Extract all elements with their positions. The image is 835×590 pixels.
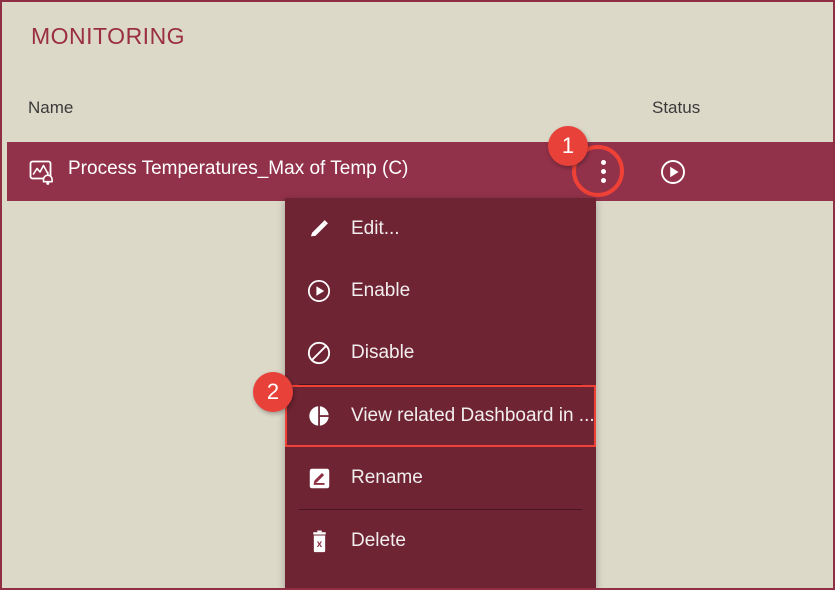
menu-item-edit[interactable]: Edit... bbox=[285, 198, 596, 260]
pencil-icon bbox=[306, 216, 332, 242]
step-badge-1: 1 bbox=[548, 126, 588, 166]
menu-item-label: Enable bbox=[351, 280, 411, 301]
column-header-status: Status bbox=[652, 98, 701, 117]
kebab-menu-icon[interactable] bbox=[592, 160, 614, 184]
page-title: MONITORING bbox=[31, 23, 186, 49]
menu-item-disable[interactable]: Disable bbox=[285, 322, 596, 384]
step-badge-2: 2 bbox=[253, 372, 293, 412]
monitoring-page: MONITORING Name Status Process Temperatu… bbox=[0, 0, 835, 590]
table-row[interactable]: Process Temperatures_Max of Temp (C) bbox=[7, 142, 833, 201]
menu-item-view-related-dashboard[interactable]: View related Dashboard in ... bbox=[285, 385, 596, 447]
svg-text:x: x bbox=[316, 539, 322, 550]
menu-item-delete[interactable]: x Delete bbox=[285, 510, 596, 572]
menu-item-label: Disable bbox=[351, 342, 415, 363]
table-row-name: Process Temperatures_Max of Temp (C) bbox=[68, 158, 409, 179]
rename-square-icon bbox=[306, 465, 332, 491]
row-context-menu: Edit... Enable Disable View related Dash… bbox=[285, 198, 596, 588]
menu-item-label: Delete bbox=[351, 530, 406, 551]
play-circle-icon bbox=[306, 278, 332, 304]
alert-chart-bell-icon bbox=[29, 159, 55, 185]
menu-item-rename[interactable]: Rename bbox=[285, 447, 596, 509]
block-icon bbox=[306, 340, 332, 366]
trash-x-icon: x bbox=[306, 528, 332, 554]
menu-item-label: Rename bbox=[351, 467, 423, 488]
pie-chart-icon bbox=[306, 403, 332, 429]
menu-item-enable[interactable]: Enable bbox=[285, 260, 596, 322]
play-circle-icon[interactable] bbox=[660, 159, 686, 185]
menu-item-label: Edit... bbox=[351, 218, 400, 239]
column-header-name: Name bbox=[28, 98, 74, 117]
menu-item-label: View related Dashboard in ... bbox=[351, 405, 595, 426]
